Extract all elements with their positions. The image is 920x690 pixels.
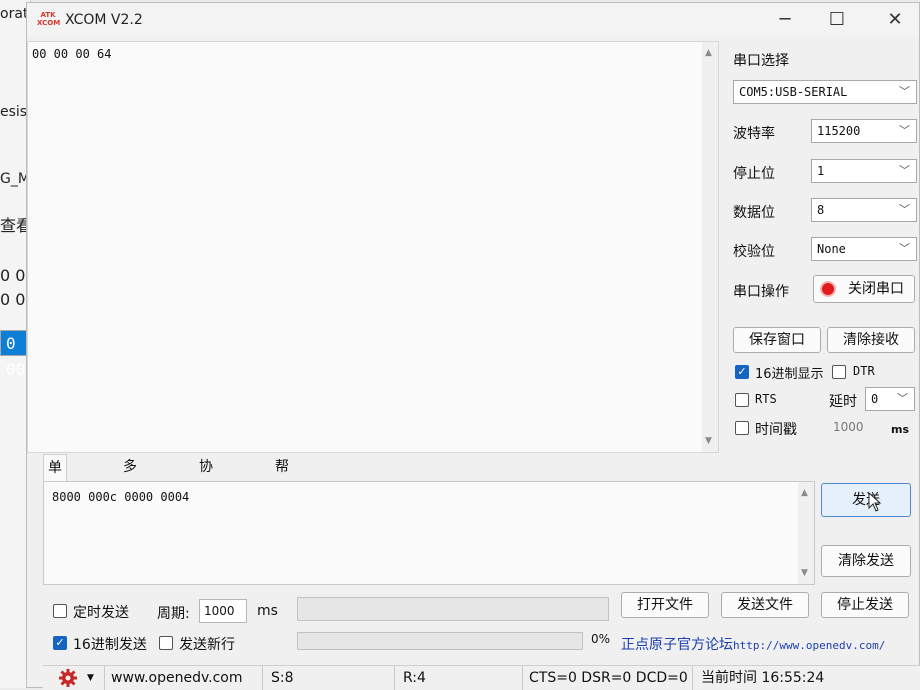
send-text: 8000 000c 0000 0004: [52, 490, 190, 504]
chevron-down-icon: ﹀: [899, 203, 910, 216]
timestamp-unit: ms: [891, 423, 910, 436]
stop-bits-label: 停止位: [733, 166, 775, 182]
port-status-icon: [820, 281, 836, 297]
dtr-checkbox[interactable]: [832, 365, 846, 379]
xcom-window: ATK XCOM XCOM V2.2 ─ ☐ ✕ 00 00 00 64 ▲ ▼…: [26, 2, 920, 690]
chevron-down-icon: ﹀: [899, 85, 910, 98]
title-bar[interactable]: ATK XCOM XCOM V2.2 ─ ☐ ✕: [27, 3, 919, 37]
send-input[interactable]: 8000 000c 0000 0004 ▲ ▼: [43, 481, 815, 585]
clear-receive-button[interactable]: 清除接收: [827, 327, 915, 353]
rts-label: RTS: [755, 392, 777, 406]
send-scrollbar[interactable]: ▲ ▼: [798, 482, 814, 584]
delay-select[interactable]: 0 ﹀: [865, 387, 915, 411]
close-port-button[interactable]: 关闭串口: [813, 275, 915, 303]
chevron-down-icon: ﹀: [899, 124, 910, 137]
port-select-value: COM5:USB-SERIAL: [739, 85, 848, 99]
scroll-down-icon[interactable]: ▼: [801, 568, 808, 578]
timestamp-checkbox[interactable]: [735, 421, 749, 435]
hex-display-checkbox[interactable]: ✓: [735, 365, 749, 379]
receive-area[interactable]: 00 00 00 64 ▲ ▼: [27, 41, 719, 453]
scroll-down-icon[interactable]: ▼: [705, 436, 712, 446]
send-progress-bar: [297, 632, 583, 650]
status-url[interactable]: www.openedv.com: [105, 666, 263, 690]
delay-label: 延时: [829, 394, 857, 410]
newline-label: 发送新行: [179, 637, 235, 653]
chevron-down-icon: ﹀: [897, 392, 908, 405]
tab-multi-send[interactable]: 多条发送: [119, 454, 141, 553]
hex-send-checkbox[interactable]: ✓: [53, 636, 67, 650]
period-input[interactable]: 1000: [199, 599, 247, 623]
period-label: 周期:: [157, 606, 190, 622]
timestamp-label: 时间戳: [755, 422, 797, 438]
file-path-field[interactable]: [297, 597, 609, 621]
data-bits-select[interactable]: 8 ﹀: [811, 198, 917, 222]
forum-link-text: 正点原子官方论坛: [621, 637, 733, 653]
data-bits-label: 数据位: [733, 205, 775, 221]
status-sent-count: S:8: [263, 666, 395, 690]
logo-text-top: ATK: [40, 11, 56, 19]
parity-select[interactable]: None ﹀: [811, 237, 917, 261]
newline-checkbox[interactable]: [159, 636, 173, 650]
gear-icon[interactable]: [59, 669, 77, 687]
hex-display-label: 16进制显示: [755, 367, 824, 382]
status-bar: ▼ www.openedv.com S:8 R:4 CTS=0 DSR=0 DC…: [43, 665, 920, 690]
tab-protocol[interactable]: 协议传输: [195, 454, 217, 553]
data-bits-value: 8: [817, 203, 825, 217]
chevron-down-icon[interactable]: ▼: [87, 666, 94, 690]
scroll-up-icon[interactable]: ▲: [801, 488, 808, 498]
tab-single-send[interactable]: 单条发送: [43, 454, 67, 554]
dtr-label: DTR: [853, 364, 875, 378]
forum-link-url: http://www.openedv.com/: [733, 639, 886, 652]
timestamp-value: 1000: [833, 420, 864, 434]
settings-cell[interactable]: ▼: [43, 666, 105, 690]
receive-text: 00 00 00 64: [32, 47, 112, 61]
progress-percent: 0%: [591, 632, 611, 646]
baud-select-value: 115200: [817, 124, 861, 138]
chevron-down-icon: ﹀: [899, 242, 910, 255]
chevron-down-icon: ﹀: [899, 164, 910, 177]
close-button[interactable]: ✕: [875, 7, 915, 33]
timed-send-label: 定时发送: [73, 605, 129, 621]
status-current-time: 当前时间 16:55:24: [701, 670, 825, 686]
receive-scrollbar[interactable]: ▲ ▼: [702, 42, 718, 452]
delay-value: 0: [871, 392, 879, 406]
background-text: esis: [0, 104, 28, 120]
maximize-button[interactable]: ☐: [817, 7, 857, 33]
close-port-label: 关闭串口: [848, 281, 904, 297]
status-line-signals: CTS=0 DSR=0 DCD=0: [523, 666, 693, 690]
mouse-cursor-icon: [868, 492, 882, 512]
period-unit: ms: [257, 603, 278, 619]
hex-send-label: 16进制发送: [73, 637, 147, 653]
timed-send-checkbox[interactable]: [53, 604, 67, 618]
window-title: XCOM V2.2: [65, 12, 143, 28]
scroll-up-icon[interactable]: ▲: [705, 48, 712, 58]
baud-select[interactable]: 115200 ﹀: [811, 119, 917, 143]
baud-label: 波特率: [733, 126, 775, 142]
stop-bits-select[interactable]: 1 ﹀: [811, 159, 917, 183]
parity-value: None: [817, 242, 846, 256]
port-select[interactable]: COM5:USB-SERIAL ﹀: [733, 80, 917, 104]
forum-link[interactable]: 正点原子官方论坛http://www.openedv.com/: [621, 634, 885, 654]
tab-help[interactable]: 帮助: [271, 454, 293, 501]
parity-label: 校验位: [733, 244, 775, 260]
app-logo: ATK XCOM: [37, 11, 61, 29]
open-file-button[interactable]: 打开文件: [621, 592, 709, 618]
stop-bits-value: 1: [817, 164, 825, 178]
port-section-label: 串口选择: [733, 53, 789, 69]
clear-send-button[interactable]: 清除发送: [821, 545, 911, 577]
stop-send-button[interactable]: 停止发送: [821, 592, 909, 618]
port-operation-label: 串口操作: [733, 284, 789, 300]
rts-checkbox[interactable]: [735, 393, 749, 407]
status-received-count: R:4: [395, 666, 523, 690]
background-text: orat: [0, 6, 29, 22]
send-button[interactable]: 发送: [821, 483, 911, 517]
minimize-button[interactable]: ─: [765, 7, 805, 33]
send-file-button[interactable]: 发送文件: [721, 592, 809, 618]
logo-text-bottom: XCOM: [37, 19, 61, 27]
save-window-button[interactable]: 保存窗口: [733, 327, 821, 353]
